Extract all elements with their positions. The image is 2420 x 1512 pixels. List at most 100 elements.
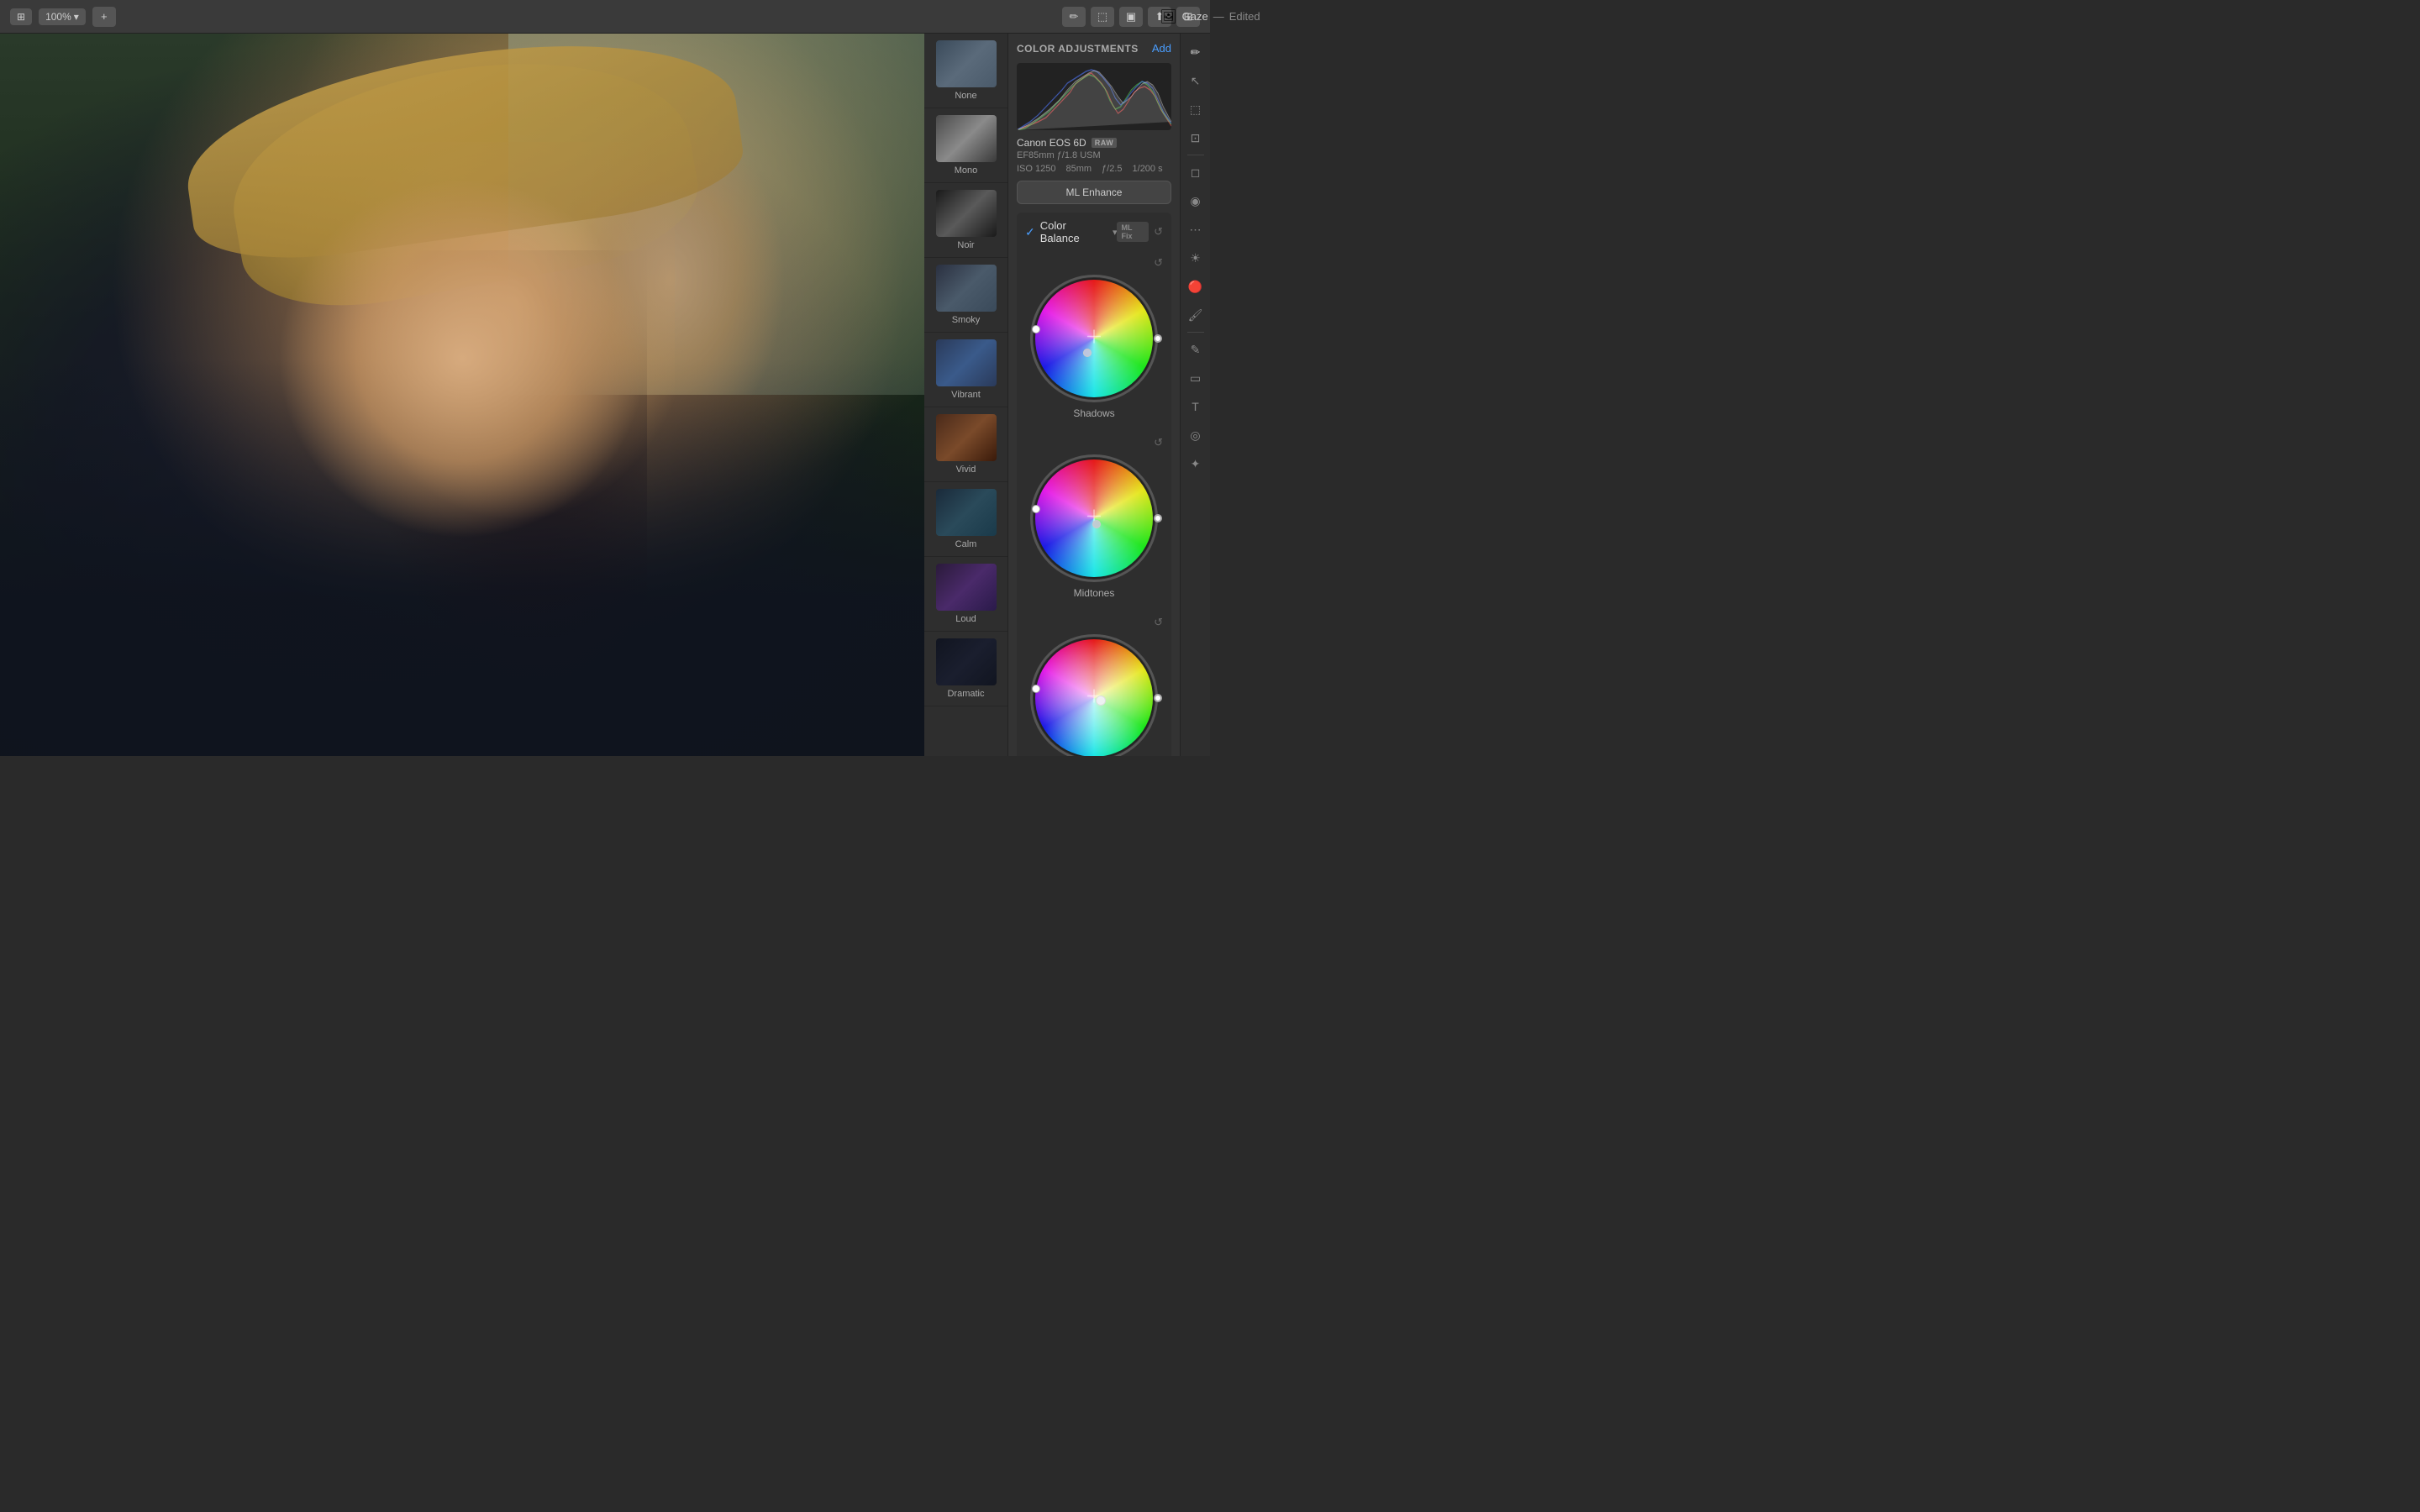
filter-label-loud: Loud [955, 614, 976, 624]
circle-tool-button[interactable]: ◉ [1184, 189, 1207, 213]
camera-model-name: Canon EOS 6D [1017, 137, 1086, 149]
zoom-label: 100% [45, 11, 71, 23]
titlebar: ⊞ 100% ▾ + 🖼 Gaze — Edited ✏ ⬚ ▣ ⬆ ⊞ [0, 0, 1210, 34]
filter-item-smoky[interactable]: Smoky [924, 258, 1007, 333]
midtones-label: Midtones [1074, 587, 1115, 599]
shadows-label: Shadows [1073, 407, 1114, 419]
midtones-left-handle[interactable] [1032, 505, 1040, 513]
circle-icon: ◉ [1190, 194, 1200, 208]
filter-icon: ⊡ [1191, 131, 1201, 145]
midtones-wheel-container: Midtones [1025, 453, 1163, 606]
color-ball-tool-button[interactable]: 🔴 [1184, 275, 1207, 298]
midtones-section: ↺ [1017, 431, 1171, 611]
filter-preview-vivid [936, 414, 997, 461]
shadows-section: ↺ [1017, 251, 1171, 431]
filter-thumb-calm [936, 489, 997, 536]
filter-item-none[interactable]: None [924, 34, 1007, 108]
focal-value: 85mm [1065, 164, 1092, 174]
filter-tool-button[interactable]: ⊡ [1184, 126, 1207, 150]
shadows-outer-handle[interactable] [1154, 334, 1162, 343]
filter-preview-calm [936, 489, 997, 536]
filter-label-dramatic: Dramatic [947, 689, 984, 699]
highlights-wheel-wrapper [1035, 639, 1153, 756]
filter-item-mono[interactable]: Mono [924, 108, 1007, 183]
pen-tool-sidebar-button[interactable]: ✏ [1184, 40, 1207, 64]
shadows-center-cross[interactable] [1086, 328, 1102, 349]
shadows-reset-button[interactable]: ↺ [1154, 256, 1163, 270]
exif-info: ISO 1250 85mm ƒ/2.5 1/200 s [1017, 164, 1171, 174]
highlights-right-handle[interactable] [1154, 694, 1162, 702]
photo-image [0, 34, 924, 756]
cursor-icon: ↖ [1191, 74, 1201, 88]
midtones-controls: ↺ [1025, 436, 1163, 449]
app-title: Gaze [1182, 10, 1208, 23]
rect-tool-button[interactable]: ▭ [1184, 366, 1207, 390]
photo-canvas [0, 34, 924, 756]
filter-item-loud[interactable]: Loud [924, 557, 1007, 632]
target-tool-button[interactable]: ◎ [1184, 423, 1207, 447]
highlights-position-dot[interactable] [1096, 696, 1106, 706]
filter-thumb-loud [936, 564, 997, 611]
zoom-button[interactable]: 100% ▾ [39, 8, 86, 25]
main-content: None Mono Noir [0, 34, 1210, 756]
tool-divider-2 [1187, 332, 1204, 333]
pen-tool-button[interactable]: ✏ [1062, 7, 1086, 27]
shadows-left-handle[interactable] [1032, 325, 1040, 333]
sparkle-tool-button[interactable]: ✦ [1184, 452, 1207, 475]
filter-item-dramatic[interactable]: Dramatic [924, 632, 1007, 706]
shadows-position-dot[interactable] [1083, 349, 1092, 357]
filter-thumb-dramatic [936, 638, 997, 685]
midtones-wheel-wrapper [1035, 459, 1153, 582]
filter-preview-vibrant [936, 339, 997, 386]
adj-panel-title: COLOR ADJUSTMENTS [1017, 43, 1139, 55]
midtones-right-handle[interactable] [1154, 514, 1162, 522]
filter-item-vivid[interactable]: Vivid [924, 407, 1007, 482]
highlights-controls: ↺ [1025, 616, 1163, 629]
filter-label-smoky: Smoky [952, 315, 981, 325]
histogram-svg [1017, 63, 1171, 130]
color-balance-left: ✓ Color Balance ▾ [1025, 219, 1117, 244]
adj-header: COLOR ADJUSTMENTS Add [1017, 42, 1171, 55]
filter-item-noir[interactable]: Noir [924, 183, 1007, 258]
pencil-tool-button[interactable]: ✎ [1184, 338, 1207, 361]
view-toggle-button[interactable]: ⊞ [10, 8, 32, 25]
text-tool-button[interactable]: T [1184, 395, 1207, 418]
cursor-tool-button[interactable]: ↖ [1184, 69, 1207, 92]
highlights-reset-button[interactable]: ↺ [1154, 616, 1163, 629]
pen-icon: ✏ [1070, 10, 1079, 24]
filter-item-calm[interactable]: Calm [924, 482, 1007, 557]
crop-icon: ⬚ [1097, 10, 1107, 24]
eraser-tool-button[interactable]: ◻ [1184, 160, 1207, 184]
highlights-left-handle[interactable] [1032, 685, 1040, 693]
crop-tool-button[interactable]: ⬚ [1091, 7, 1114, 27]
camera-info: Canon EOS 6D RAW EF85mm ƒ/1.8 USM ISO 12… [1017, 137, 1171, 174]
filter-item-vibrant[interactable]: Vibrant [924, 333, 1007, 407]
add-adjustment-button[interactable]: Add [1152, 42, 1171, 55]
shadows-color-wheel[interactable] [1035, 280, 1153, 397]
filter-thumb-smoky [936, 265, 997, 312]
shutter-value: 1/200 s [1133, 164, 1163, 174]
sun-tool-button[interactable]: ☀ [1184, 246, 1207, 270]
midtones-color-wheel[interactable] [1035, 459, 1153, 577]
zoom-in-button[interactable]: + [92, 7, 116, 27]
color-balance-name: Color Balance [1040, 219, 1107, 244]
filter-preview-noir [936, 190, 997, 237]
brush-tool-button[interactable]: 🖌 [1184, 303, 1207, 327]
highlights-color-wheel[interactable] [1035, 639, 1153, 756]
selection-tool-button[interactable]: ⬚ [1184, 97, 1207, 121]
frame-icon: ▣ [1126, 10, 1136, 24]
filter-preview-mono [936, 115, 997, 162]
dots-tool-button[interactable]: ⋯ [1184, 218, 1207, 241]
iso-value: ISO 1250 [1017, 164, 1055, 174]
color-balance-check-icon: ✓ [1025, 225, 1035, 239]
zoom-chevron-icon: ▾ [74, 11, 79, 23]
midtones-position-dot[interactable] [1092, 520, 1101, 528]
ml-enhance-button[interactable]: ML Enhance [1017, 181, 1171, 204]
frame-tool-button[interactable]: ▣ [1119, 7, 1143, 27]
midtones-reset-button[interactable]: ↺ [1154, 436, 1163, 449]
brush-icon: 🖌 [1188, 308, 1203, 323]
right-panel-area: None Mono Noir [924, 34, 1210, 756]
color-balance-reset-button[interactable]: ↺ [1154, 225, 1163, 239]
filter-label-vivid: Vivid [956, 465, 976, 475]
dots-icon: ⋯ [1190, 223, 1202, 237]
